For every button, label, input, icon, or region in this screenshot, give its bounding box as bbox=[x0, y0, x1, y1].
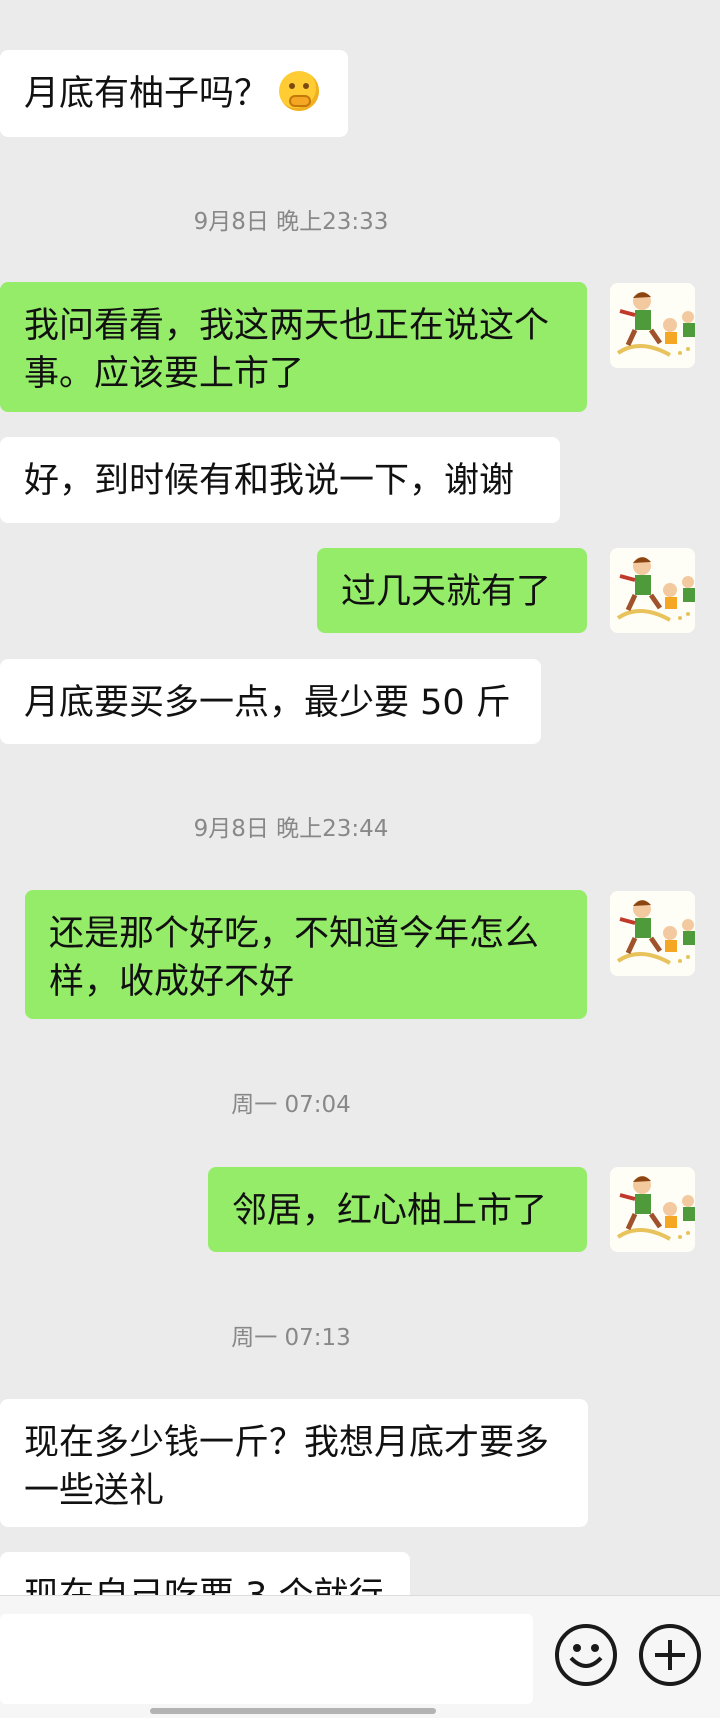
message-bubble-incoming[interactable]: 现在多少钱一斤？我想月底才要多 一些送礼 bbox=[0, 1399, 588, 1527]
avatar-illustration bbox=[610, 1167, 695, 1252]
message-text: 过几天就有了 bbox=[341, 572, 552, 612]
plus-icon[interactable] bbox=[639, 1624, 701, 1686]
message-text: 现在自己吃要 3 个就行 bbox=[24, 1576, 384, 1595]
chat-area[interactable]: 月底有柚子吗？ 9月8日 晚上23:33 我问看看，我这两天也正在说这个 事。应… bbox=[0, 0, 720, 1595]
message-bubble-outgoing[interactable]: 过几天就有了 bbox=[317, 548, 587, 633]
message-text-line: 现在多少钱一斤？我想月底才要多 bbox=[24, 1423, 550, 1463]
avatar[interactable] bbox=[610, 548, 695, 633]
message-bubble-incoming[interactable]: 月底有柚子吗？ bbox=[0, 50, 348, 137]
input-bar bbox=[0, 1595, 720, 1718]
home-indicator[interactable] bbox=[150, 1708, 436, 1714]
message-text-line: 样，收成好不好 bbox=[49, 962, 295, 1002]
avatar[interactable] bbox=[610, 1167, 695, 1252]
message-text-line: 我问看看，我这两天也正在说这个 bbox=[24, 306, 550, 346]
avatar-illustration bbox=[610, 283, 695, 368]
avatar[interactable] bbox=[610, 891, 695, 976]
face-with-hand-over-mouth-icon bbox=[279, 71, 320, 111]
message-bubble-incoming[interactable]: 月底要买多一点，最少要 50 斤 bbox=[0, 659, 541, 744]
message-text: 邻居，红心柚上市了 bbox=[232, 1191, 548, 1231]
message-text: 月底要买多一点，最少要 50 斤 bbox=[24, 683, 511, 723]
message-bubble-outgoing[interactable]: 我问看看，我这两天也正在说这个 事。应该要上市了 bbox=[0, 282, 587, 412]
message-text-line: 一些送礼 bbox=[24, 1471, 165, 1511]
timestamp: 9月8日 晚上23:33 bbox=[193, 209, 389, 235]
message-bubble-outgoing[interactable]: 邻居，红心柚上市了 bbox=[208, 1167, 587, 1252]
emoji-face-glyph bbox=[569, 1644, 603, 1668]
message-input[interactable] bbox=[0, 1614, 533, 1704]
message-bubble-incoming[interactable]: 好，到时候有和我说一下，谢谢 bbox=[0, 437, 560, 523]
timestamp: 周一 07:04 bbox=[231, 1092, 351, 1118]
message-bubble-incoming[interactable]: 现在自己吃要 3 个就行 bbox=[0, 1552, 410, 1595]
message-bubble-outgoing[interactable]: 还是那个好吃，不知道今年怎么 样，收成好不好 bbox=[25, 890, 587, 1019]
timestamp: 9月8日 晚上23:44 bbox=[193, 816, 389, 842]
message-text: 月底有柚子吗？ bbox=[24, 74, 270, 114]
emoji-icon[interactable] bbox=[555, 1624, 617, 1686]
message-text-line: 事。应该要上市了 bbox=[24, 354, 305, 394]
avatar-illustration bbox=[610, 548, 695, 633]
message-text-line: 还是那个好吃，不知道今年怎么 bbox=[49, 914, 540, 954]
avatar-illustration bbox=[610, 891, 695, 976]
avatar[interactable] bbox=[610, 283, 695, 368]
plus-glyph bbox=[655, 1640, 685, 1670]
timestamp: 周一 07:13 bbox=[231, 1325, 351, 1351]
message-text: 好，到时候有和我说一下，谢谢 bbox=[24, 461, 515, 501]
